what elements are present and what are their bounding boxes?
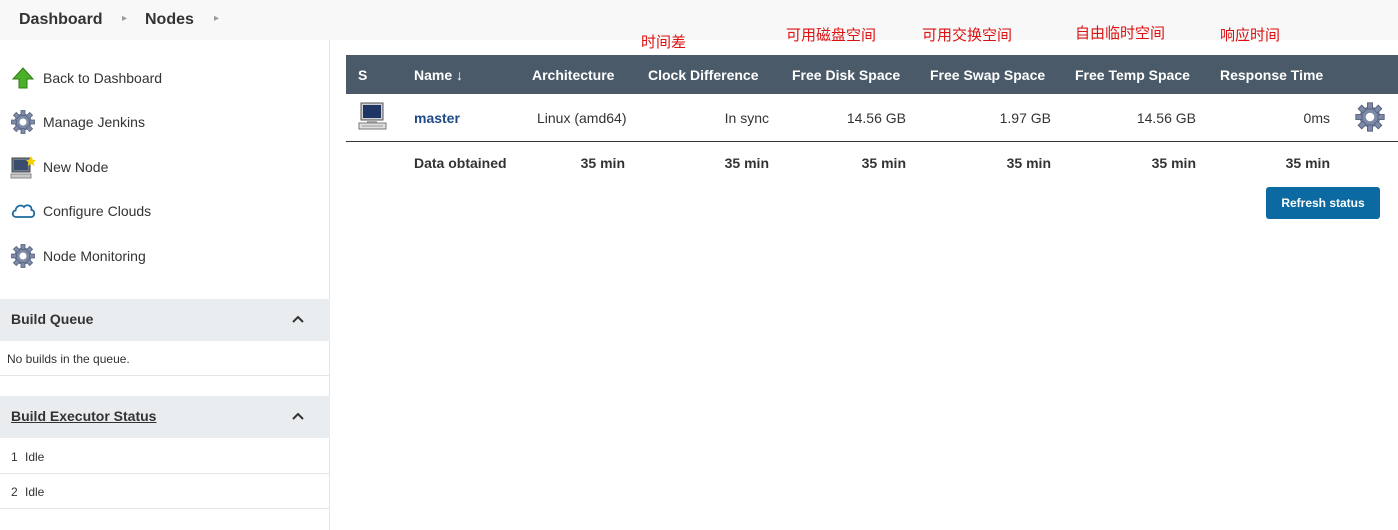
cell-architecture: Linux (amd64) <box>537 110 627 126</box>
annotation-response-time: 响应时间 <box>1220 26 1281 44</box>
executor-number: 1 <box>11 450 18 464</box>
obtained-clock: 35 min <box>724 155 769 171</box>
collapse-chevron-icon[interactable] <box>290 311 306 327</box>
cell-clock-difference: In sync <box>724 110 769 126</box>
task-label: Manage Jenkins <box>43 114 145 130</box>
cell-free-disk: 14.56 GB <box>846 110 906 126</box>
obtained-swap: 35 min <box>1006 155 1051 171</box>
executor-status: Idle <box>25 485 45 499</box>
annotation-clock-difference: 时间差 <box>641 33 687 51</box>
annotation-free-swap-space: 可用交换空间 <box>922 26 1013 44</box>
col-free-disk-header[interactable]: Free Disk Space <box>792 67 900 83</box>
computer-icon <box>358 102 387 130</box>
breadcrumb-separator-icon[interactable]: ▸ <box>214 13 219 24</box>
side-panel: Back to Dashboard Manage Jenkins New Nod… <box>0 40 330 530</box>
computer-new-icon <box>10 156 36 179</box>
task-node-monitoring[interactable]: Node Monitoring <box>10 243 320 271</box>
gear-icon <box>11 110 35 134</box>
gear-icon[interactable] <box>1354 101 1386 133</box>
col-status-header[interactable]: S <box>358 67 367 83</box>
annotation-free-temp-space: 自由临时空间 <box>1075 24 1166 42</box>
task-label: New Node <box>43 159 109 175</box>
build-queue-empty: No builds in the queue. <box>0 341 330 376</box>
annotation-free-disk-space: 可用磁盘空间 <box>786 26 877 44</box>
table-row: master Linux (amd64) In sync 14.56 GB 1.… <box>346 94 1398 142</box>
build-queue-header: Build Queue <box>0 299 330 341</box>
executor-row: 1 Idle <box>0 439 330 474</box>
cloud-icon <box>11 204 36 218</box>
refresh-status-button[interactable]: Refresh status <box>1266 187 1380 219</box>
obtained-temp: 35 min <box>1151 155 1196 171</box>
task-manage-jenkins[interactable]: Manage Jenkins <box>10 109 320 137</box>
task-back-to-dashboard[interactable]: Back to Dashboard <box>10 65 320 93</box>
obtained-architecture: 35 min <box>580 155 625 171</box>
task-label: Back to Dashboard <box>43 70 163 86</box>
col-free-swap-header[interactable]: Free Swap Space <box>930 67 1045 83</box>
task-label: Node Monitoring <box>43 248 146 264</box>
task-configure-clouds[interactable]: Configure Clouds <box>10 198 320 226</box>
executor-row: 2 Idle <box>0 474 330 509</box>
col-name-header[interactable]: Name ↓ <box>414 67 463 83</box>
task-label: Configure Clouds <box>43 203 152 219</box>
col-architecture-header[interactable]: Architecture <box>532 67 614 83</box>
cell-free-temp: 14.56 GB <box>1136 110 1196 126</box>
executor-status: Idle <box>25 450 45 464</box>
breadcrumb-separator-icon[interactable]: ▸ <box>122 13 127 24</box>
data-obtained-label: Data obtained <box>414 155 507 171</box>
table-row-data-obtained: Data obtained 35 min 35 min 35 min 35 mi… <box>346 143 1398 183</box>
collapse-chevron-icon[interactable] <box>290 408 306 424</box>
table-header: S Name ↓ Architecture Clock Difference F… <box>346 55 1398 94</box>
build-queue-empty-text: No builds in the queue. <box>7 352 130 366</box>
task-new-node[interactable]: New Node <box>10 154 320 182</box>
up-arrow-icon <box>11 67 35 89</box>
col-response-time-header[interactable]: Response Time <box>1220 67 1323 83</box>
cell-response-time: 0ms <box>1303 110 1330 126</box>
gear-icon <box>11 244 35 268</box>
cell-free-swap: 1.97 GB <box>999 110 1051 126</box>
executor-status-header: Build Executor Status <box>0 396 330 438</box>
node-link-master[interactable]: master <box>414 110 460 126</box>
breadcrumb-dashboard[interactable]: Dashboard <box>19 11 103 29</box>
executor-status-title[interactable]: Build Executor Status <box>11 408 156 424</box>
executor-number: 2 <box>11 485 18 499</box>
obtained-response: 35 min <box>1285 155 1330 171</box>
breadcrumb: Dashboard ▸ Nodes ▸ <box>0 0 1398 40</box>
breadcrumb-nodes[interactable]: Nodes <box>145 11 194 29</box>
obtained-disk: 35 min <box>861 155 906 171</box>
col-clock-difference-header[interactable]: Clock Difference <box>648 67 758 83</box>
col-free-temp-header[interactable]: Free Temp Space <box>1075 67 1190 83</box>
build-queue-title: Build Queue <box>11 311 94 327</box>
